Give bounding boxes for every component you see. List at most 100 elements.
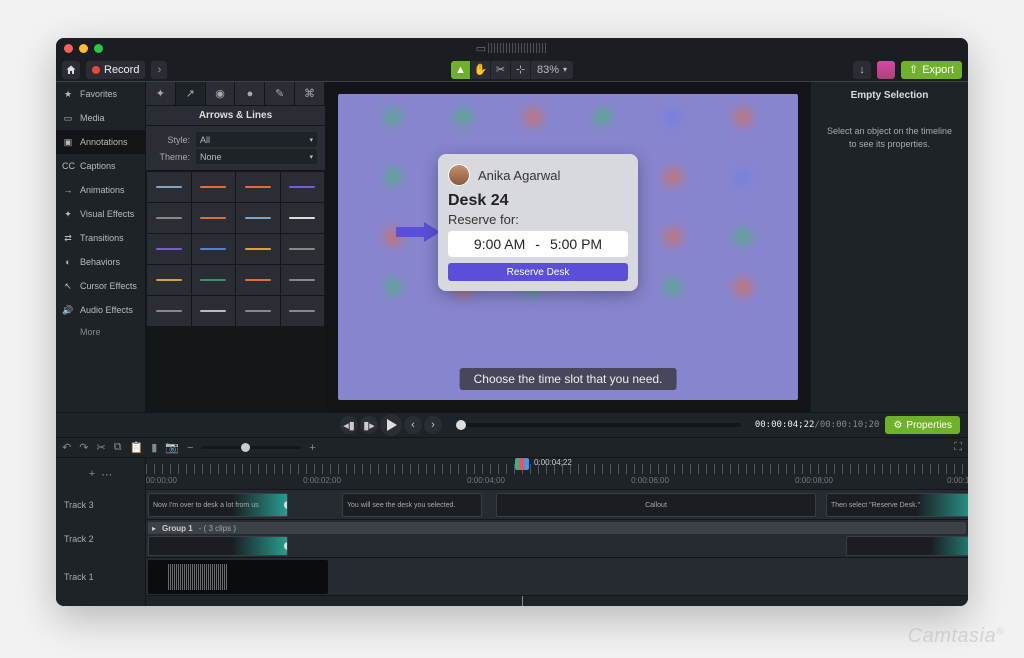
scrubber[interactable]: [456, 423, 741, 427]
tab-keystroke[interactable]: ⌘: [295, 82, 325, 105]
sidebar-item-cursor-effects[interactable]: ↖Cursor Effects: [56, 274, 145, 298]
track-2[interactable]: ▸ Group 1 - ( 3 clips ): [146, 520, 968, 558]
sidebar-more[interactable]: More: [56, 322, 145, 342]
arrow-preset[interactable]: [281, 172, 325, 202]
canvas-area: Anika Agarwal Desk 24 Reserve for: 9:00 …: [326, 82, 810, 412]
app-window: ▭ Record › ▲ ✋ ✂ ⊹ 83%▾ ↓ ⇧ Export: [56, 38, 968, 606]
expand-timeline-button[interactable]: ⛶: [954, 441, 962, 454]
tab-callouts[interactable]: ✦: [146, 82, 176, 105]
download-button[interactable]: ↓: [853, 61, 871, 79]
arrow-preset[interactable]: [147, 296, 191, 326]
tab-sketch[interactable]: ✎: [265, 82, 295, 105]
clip[interactable]: Callout: [496, 493, 816, 517]
zoom-level[interactable]: 83%▾: [531, 64, 573, 76]
properties-button[interactable]: ⚙ Properties: [885, 416, 960, 434]
video-clip[interactable]: [148, 560, 328, 594]
arrow-preset[interactable]: [236, 172, 280, 202]
arrow-preset[interactable]: [281, 203, 325, 233]
split-button[interactable]: ▮: [151, 441, 157, 454]
play-button[interactable]: [380, 414, 402, 436]
close-window-icon[interactable]: [64, 44, 73, 53]
user-icon[interactable]: [877, 61, 895, 79]
zoom-out-icon[interactable]: −: [187, 442, 193, 454]
skip-back-button[interactable]: ◂▮: [340, 416, 358, 434]
arrow-preset[interactable]: [192, 296, 236, 326]
track-options-button[interactable]: ⋯: [101, 468, 112, 481]
arrow-preset[interactable]: [281, 234, 325, 264]
arrow-preset[interactable]: [147, 234, 191, 264]
arrow-preset[interactable]: [192, 265, 236, 295]
timeline-tracks-area[interactable]: 0:00:00;00 0:00:02;00 0:00:04;00 0:00:06…: [146, 458, 968, 606]
arrow-preset[interactable]: [281, 265, 325, 295]
arrow-preset[interactable]: [147, 172, 191, 202]
sidebar-item-visual-effects[interactable]: ✦Visual Effects: [56, 202, 145, 226]
behaviors-icon: ◐: [62, 257, 74, 267]
arrow-preset[interactable]: [236, 203, 280, 233]
record-options-chevron[interactable]: ›: [151, 61, 167, 79]
sidebar-item-media[interactable]: ▭Media: [56, 106, 145, 130]
arrow-preset[interactable]: [192, 234, 236, 264]
properties-message: Select an object on the timeline to see …: [819, 125, 960, 150]
zoom-in-icon[interactable]: +: [309, 442, 315, 454]
style-select[interactable]: All▾: [196, 132, 317, 147]
export-button[interactable]: ⇧ Export: [901, 61, 962, 79]
sidebar-item-animations[interactable]: →Animations: [56, 178, 145, 202]
group-header[interactable]: ▸ Group 1 - ( 3 clips ): [148, 522, 966, 534]
track-3[interactable]: Now I'm over to desk a lot from us You w…: [146, 490, 968, 520]
arrow-preset[interactable]: [192, 172, 236, 202]
arrow-preset[interactable]: [147, 265, 191, 295]
track-header-2[interactable]: Track 2: [56, 520, 145, 558]
undo-button[interactable]: ↶: [62, 441, 71, 454]
reserve-label: Reserve for:: [448, 212, 628, 227]
sidebar-item-favorites[interactable]: ★Favorites: [56, 82, 145, 106]
export-label: Export: [922, 64, 954, 76]
hand-tool[interactable]: ✋: [471, 61, 491, 79]
track-header-3[interactable]: Track 3: [56, 490, 145, 520]
sidebar-item-captions[interactable]: CCCaptions: [56, 154, 145, 178]
skip-forward-button[interactable]: ▮▸: [360, 416, 378, 434]
home-button[interactable]: [62, 61, 80, 79]
theme-select[interactable]: None▾: [196, 149, 317, 164]
prev-frame-button[interactable]: ‹: [404, 416, 422, 434]
clip[interactable]: Then select "Reserve Desk.": [826, 493, 968, 517]
add-track-button[interactable]: +: [89, 468, 95, 480]
arrow-preset[interactable]: [236, 296, 280, 326]
clip[interactable]: You will see the desk you selected.: [342, 493, 482, 517]
arrow-preset[interactable]: [192, 203, 236, 233]
canvas[interactable]: Anika Agarwal Desk 24 Reserve for: 9:00 …: [338, 94, 798, 400]
clip[interactable]: [846, 536, 968, 556]
arrow-preset[interactable]: [236, 265, 280, 295]
timeline-zoom-slider[interactable]: [201, 446, 301, 449]
arrow-preset[interactable]: [281, 296, 325, 326]
copy-button[interactable]: ⧉: [114, 441, 122, 454]
tab-shapes[interactable]: ◉: [206, 82, 236, 105]
pointer-tool[interactable]: ▲: [451, 61, 471, 79]
tab-arrows[interactable]: ↗: [176, 82, 206, 105]
timeline-ruler[interactable]: 0:00:00;00 0:00:02;00 0:00:04;00 0:00:06…: [146, 458, 968, 490]
snapshot-button[interactable]: 📷: [165, 441, 179, 454]
sidebar-item-transitions[interactable]: ⇄Transitions: [56, 226, 145, 250]
clip[interactable]: [148, 536, 288, 556]
pan-tool[interactable]: ⊹: [511, 61, 531, 79]
track-1[interactable]: [146, 558, 968, 596]
paste-button[interactable]: 📋: [130, 441, 144, 454]
scrubber-handle[interactable]: [456, 420, 466, 430]
crop-tool[interactable]: ✂: [491, 61, 511, 79]
tab-blur[interactable]: ●: [235, 82, 265, 105]
arrow-preset[interactable]: [147, 203, 191, 233]
sidebar-item-behaviors[interactable]: ◐Behaviors: [56, 250, 145, 274]
minimize-window-icon[interactable]: [79, 44, 88, 53]
fullscreen-window-icon[interactable]: [94, 44, 103, 53]
record-button[interactable]: Record: [86, 61, 145, 79]
properties-title: Empty Selection: [819, 90, 960, 101]
group-chevron-icon[interactable]: ▸: [152, 524, 156, 533]
playhead-marker[interactable]: [515, 458, 529, 470]
track-header-1[interactable]: Track 1: [56, 558, 145, 596]
cut-button[interactable]: ✂: [96, 441, 105, 454]
redo-button[interactable]: ↷: [79, 441, 88, 454]
sidebar-item-annotations[interactable]: ▣Annotations: [56, 130, 145, 154]
arrow-preset[interactable]: [236, 234, 280, 264]
sidebar-item-audio-effects[interactable]: 🔊Audio Effects: [56, 298, 145, 322]
next-frame-button[interactable]: ›: [424, 416, 442, 434]
clip[interactable]: Now I'm over to desk a lot from us: [148, 493, 288, 517]
